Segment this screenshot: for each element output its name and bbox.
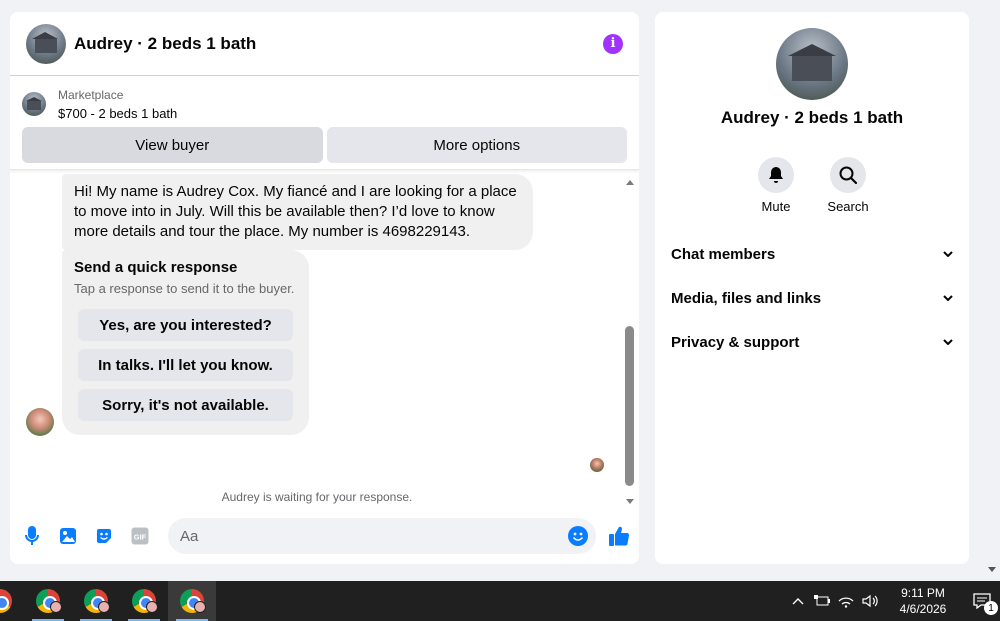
privacy-support-label: Privacy & support <box>671 333 800 351</box>
search-button[interactable] <box>830 157 866 193</box>
message-input-wrapper <box>168 518 596 554</box>
wifi-icon[interactable] <box>834 594 858 608</box>
listing-label: Marketplace <box>58 87 124 102</box>
message-composer: GIF <box>10 516 639 556</box>
quick-response-not-available-button[interactable]: Sorry, it's not available. <box>78 389 293 421</box>
chat-title[interactable]: Audrey · 2 beds 1 bath <box>74 34 256 54</box>
side-title: Audrey · 2 beds 1 bath <box>720 108 904 127</box>
bell-icon <box>769 167 783 183</box>
scroll-down-arrow[interactable] <box>626 499 634 504</box>
message-scrollbar[interactable] <box>624 178 636 504</box>
message-list[interactable]: Hi! My name is Audrey Cox. My fiancé and… <box>10 174 639 508</box>
profile-avatar-icon <box>146 601 158 613</box>
chrome-icon <box>0 589 12 613</box>
message-bubble: Hi! My name is Audrey Cox. My fiancé and… <box>62 174 533 250</box>
scroll-up-arrow[interactable] <box>626 180 634 185</box>
waiting-status: Audrey is waiting for your response. <box>221 490 413 504</box>
conversation-info-panel: Audrey · 2 beds 1 bath Mute Search Chat … <box>655 12 969 564</box>
sticker-icon[interactable] <box>94 526 114 546</box>
media-files-links-section[interactable]: Media, files and links <box>655 276 969 320</box>
quick-response-yes-button[interactable]: Yes, are you interested? <box>78 309 293 341</box>
chat-members-label: Chat members <box>671 245 776 263</box>
volume-icon[interactable] <box>858 594 882 608</box>
more-options-button[interactable]: More options <box>326 127 627 163</box>
listing-avatar[interactable] <box>26 23 66 64</box>
quick-response-card: Send a quick response Tap a response to … <box>62 250 309 435</box>
search-icon <box>839 166 857 184</box>
profile-avatar-icon <box>50 601 62 613</box>
chevron-down-icon <box>943 251 953 257</box>
profile-avatar-icon <box>194 601 206 613</box>
mute-button[interactable] <box>758 157 794 193</box>
quick-response-in-talks-button[interactable]: In talks. I'll let you know. <box>78 349 293 381</box>
taskbar-chrome-4-active[interactable] <box>168 581 216 621</box>
search-label: Search <box>827 199 869 214</box>
chevron-down-icon <box>943 339 953 345</box>
photo-icon[interactable] <box>58 526 78 546</box>
search-action[interactable]: Search <box>827 157 869 214</box>
notification-center-button[interactable]: 1 <box>964 593 1000 615</box>
taskbar-chrome-3[interactable] <box>120 581 168 621</box>
mute-label: Mute <box>761 199 791 214</box>
chevron-up-icon[interactable] <box>786 597 810 605</box>
thumbs-up-icon[interactable] <box>608 525 630 547</box>
system-tray: 9:11 PM 4/6/2026 1 <box>786 581 1000 621</box>
chat-panel: Audrey · 2 beds 1 bath i Marketplace $70… <box>10 12 639 564</box>
chevron-down-icon <box>943 295 953 301</box>
listing-actions: View buyer More options <box>10 122 639 163</box>
battery-icon[interactable] <box>810 595 834 607</box>
quick-response-subtitle: Tap a response to send it to the buyer. <box>74 281 295 296</box>
taskbar-chrome-1[interactable] <box>24 581 72 621</box>
taskbar-app-partial[interactable] <box>0 581 24 621</box>
privacy-support-section[interactable]: Privacy & support <box>655 320 969 364</box>
emoji-icon[interactable] <box>568 526 588 546</box>
message-input[interactable] <box>168 518 596 554</box>
mute-action[interactable]: Mute <box>758 157 794 214</box>
profile-avatar-icon <box>98 601 110 613</box>
quick-response-title: Send a quick response <box>74 259 238 276</box>
view-buyer-button[interactable]: View buyer <box>22 127 323 163</box>
side-listing-avatar[interactable] <box>776 28 848 100</box>
gif-icon[interactable]: GIF <box>130 526 150 546</box>
info-icon[interactable]: i <box>603 33 623 54</box>
taskbar-chrome-2[interactable] <box>72 581 120 621</box>
chat-members-section[interactable]: Chat members <box>655 232 969 276</box>
scroll-thumb[interactable] <box>625 326 634 486</box>
taskbar-clock[interactable]: 9:11 PM 4/6/2026 <box>888 585 958 617</box>
chat-header: Audrey · 2 beds 1 bath i <box>10 12 639 76</box>
clock-time: 9:11 PM <box>901 586 945 600</box>
sender-avatar[interactable] <box>26 408 54 436</box>
listing-detail: $700 - 2 beds 1 bath <box>58 105 178 121</box>
listing-summary[interactable]: Marketplace $700 - 2 beds 1 bath <box>10 76 639 122</box>
microphone-icon[interactable] <box>22 526 42 546</box>
listing-thumbnail <box>22 92 46 116</box>
side-actions: Mute Search <box>655 157 969 214</box>
windows-taskbar: 9:11 PM 4/6/2026 1 <box>0 581 1000 621</box>
header-divider <box>10 163 639 170</box>
media-files-links-label: Media, files and links <box>671 289 822 307</box>
seen-receipt-avatar <box>590 458 604 472</box>
gif-label: GIF <box>134 533 147 542</box>
notification-count-badge: 1 <box>984 601 998 615</box>
clock-date: 4/6/2026 <box>899 602 947 616</box>
page-scroll-down-arrow[interactable] <box>988 567 996 572</box>
